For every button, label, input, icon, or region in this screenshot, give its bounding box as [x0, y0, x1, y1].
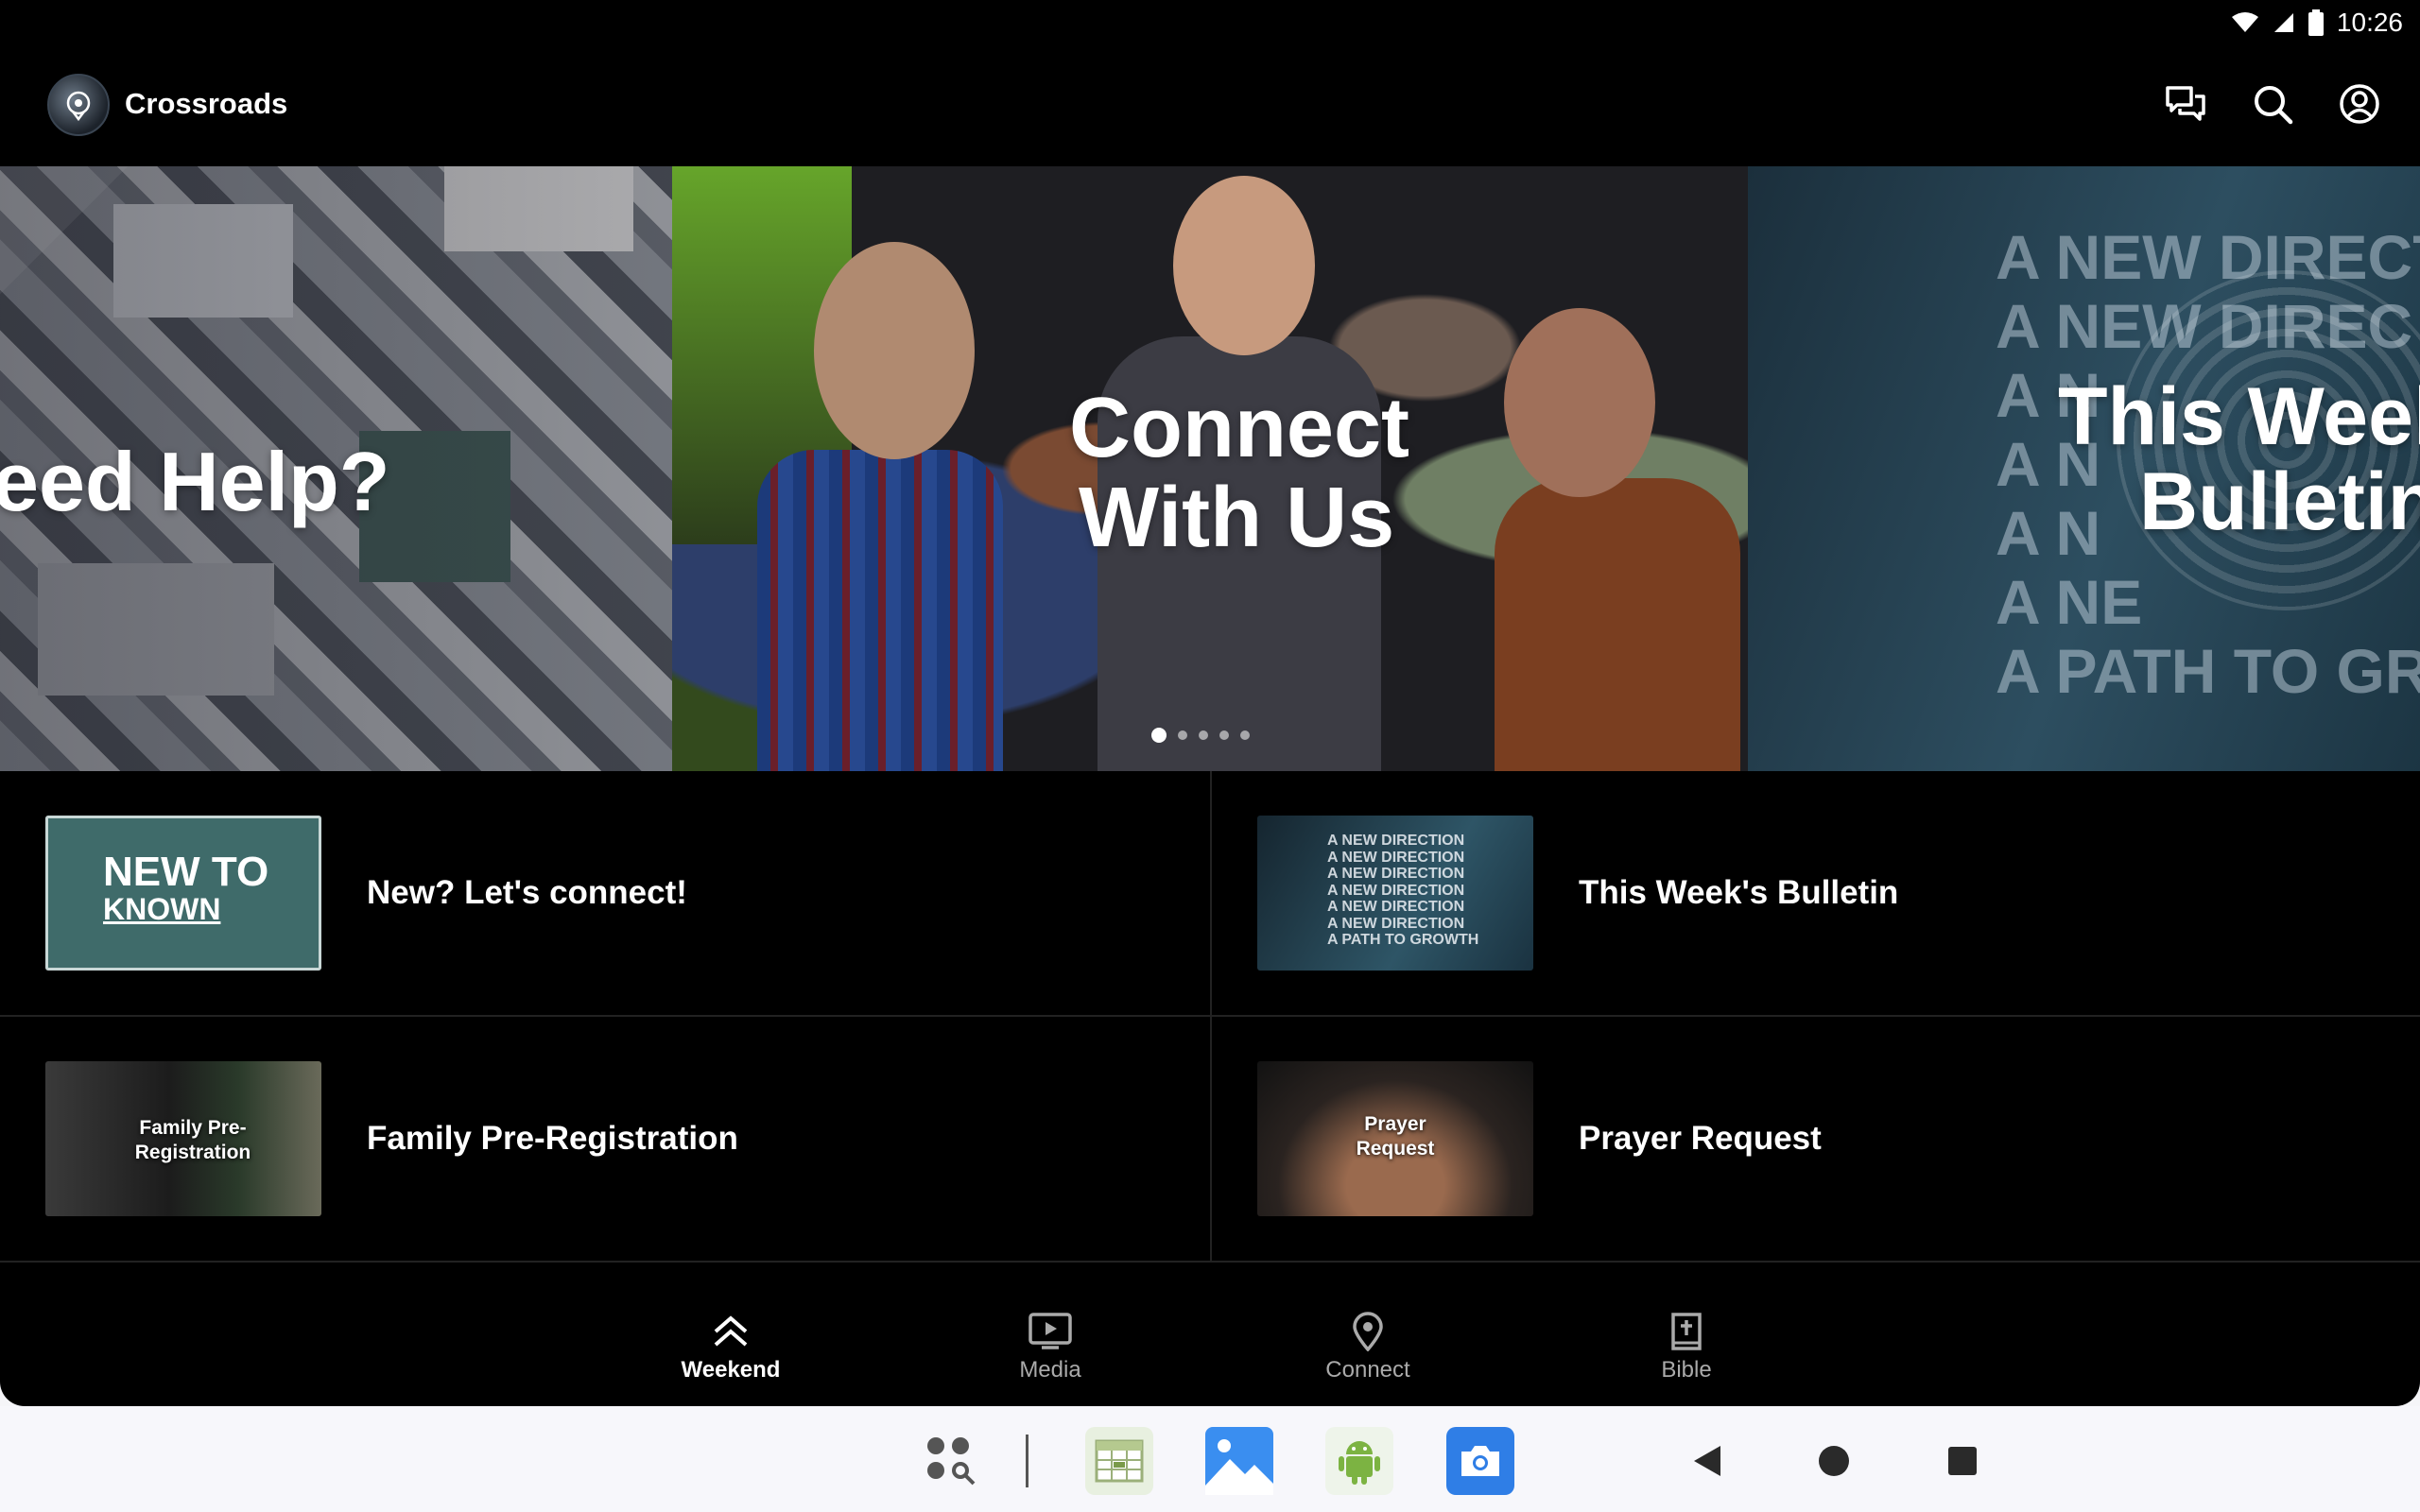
camera-app-icon[interactable] — [1446, 1427, 1514, 1495]
thumbnail-prayer-request: Prayer Request — [1257, 1061, 1533, 1216]
carousel-dot[interactable] — [1151, 728, 1167, 743]
location-pin-icon — [1353, 1312, 1383, 1351]
nav-bible[interactable]: Bible — [1601, 1312, 1772, 1383]
thumbnail-bulletin: A NEW DIRECTION A NEW DIRECTION A NEW DI… — [1257, 816, 1533, 971]
grid-item-label: New? Let's connect! — [367, 874, 687, 911]
app-bar: Crossroads — [0, 47, 2420, 166]
battery-icon — [2308, 9, 2324, 36]
nav-label: Media — [1019, 1357, 1081, 1383]
nav-connect[interactable]: Connect — [1283, 1312, 1453, 1383]
slide-title: eed Help? — [0, 435, 390, 528]
grid-item-label: This Week's Bulletin — [1579, 874, 1899, 911]
nav-label: Weekend — [681, 1357, 781, 1383]
slide-title-line2: With Us — [1079, 470, 1395, 565]
system-taskbar — [0, 1406, 2420, 1512]
app-drawer-button[interactable] — [917, 1427, 985, 1495]
back-triangle-icon — [1694, 1446, 1720, 1476]
image-icon — [1205, 1427, 1273, 1495]
nav-label: Connect — [1325, 1357, 1410, 1383]
status-time: 10:26 — [2336, 8, 2403, 37]
signal-icon — [2273, 13, 2293, 32]
account-button[interactable] — [2337, 81, 2382, 127]
back-button[interactable] — [1673, 1427, 1741, 1495]
bible-icon — [1671, 1313, 1702, 1350]
content-grid: NEW TO KNOWN New? Let's connect! A NEW D… — [0, 771, 2420, 1263]
home-circle-icon — [1819, 1446, 1849, 1476]
nav-label: Bible — [1661, 1357, 1712, 1383]
app-search-icon — [927, 1437, 976, 1486]
taskbar-divider — [1026, 1435, 1028, 1487]
slide-this-week-bulletin[interactable]: A NEW DIRECT A NEW DIREC A N A N A N A N… — [1748, 166, 2420, 771]
slide-title-line1: This Weel — [2058, 371, 2420, 462]
account-icon — [2340, 84, 2379, 124]
carousel-dot[interactable] — [1199, 730, 1208, 740]
carousel-dot[interactable] — [1219, 730, 1229, 740]
chat-button[interactable] — [2163, 81, 2208, 127]
chat-icon — [2166, 86, 2205, 121]
android-icon — [1339, 1441, 1380, 1485]
recents-square-icon — [1948, 1447, 1977, 1475]
grid-item-bulletin[interactable]: A NEW DIRECTION A NEW DIRECTION A NEW DI… — [1210, 771, 2420, 1017]
nav-media[interactable]: Media — [965, 1312, 1135, 1383]
slide-need-help[interactable]: eed Help? — [0, 166, 672, 771]
pin-logo-icon — [66, 91, 91, 121]
search-icon — [2255, 86, 2293, 125]
grid-item-family-preregistration[interactable]: Family Pre-Registration Family Pre-Regis… — [0, 1017, 1210, 1263]
grid-item-new-connect[interactable]: NEW TO KNOWN New? Let's connect! — [0, 771, 1210, 1017]
app-title: Crossroads — [125, 87, 288, 120]
carousel-dot[interactable] — [1178, 730, 1187, 740]
thumbnail-new-to-known: NEW TO KNOWN — [45, 816, 321, 971]
bottom-navigation: Weekend Media Connect Bible — [0, 1263, 2420, 1406]
nav-weekend[interactable]: Weekend — [646, 1312, 816, 1383]
recents-button[interactable] — [1928, 1427, 1996, 1495]
search-button[interactable] — [2250, 81, 2295, 127]
home-button[interactable] — [1800, 1427, 1868, 1495]
camera-icon — [1461, 1446, 1499, 1476]
app-logo[interactable] — [47, 74, 110, 136]
grid-item-label: Prayer Request — [1579, 1120, 1822, 1157]
tv-play-icon — [1028, 1313, 1072, 1349]
android-app-icon[interactable] — [1325, 1427, 1393, 1495]
carousel-dots — [1151, 728, 1250, 743]
gallery-app-icon[interactable] — [1205, 1427, 1273, 1495]
thumbnail-family-preregistration: Family Pre-Registration — [45, 1061, 321, 1216]
spreadsheet-icon — [1095, 1439, 1144, 1483]
slide-title-line1: Connect — [1069, 381, 1409, 475]
double-chevron-up-icon — [714, 1315, 748, 1347]
slide-title: This Weel Bulletin — [2058, 374, 2420, 545]
slide-title-line2: Bulletin — [2139, 456, 2420, 548]
carousel-dot[interactable] — [1240, 730, 1250, 740]
grid-item-prayer-request[interactable]: Prayer Request Prayer Request — [1210, 1017, 2420, 1263]
hero-carousel[interactable]: eed Help? Connect With Us A NEW DIRECT A… — [0, 166, 2420, 771]
slide-title: Connect With Us — [1069, 384, 1409, 562]
app-window: 10:26 Crossroads eed Help? Connect With … — [0, 0, 2420, 1406]
slide-connect-with-us[interactable]: Connect With Us — [672, 166, 1748, 771]
sheets-app-icon[interactable] — [1085, 1427, 1153, 1495]
app-actions — [2163, 81, 2382, 127]
grid-item-label: Family Pre-Registration — [367, 1120, 738, 1157]
status-bar: 10:26 — [0, 0, 2420, 47]
wifi-icon — [2231, 12, 2258, 32]
